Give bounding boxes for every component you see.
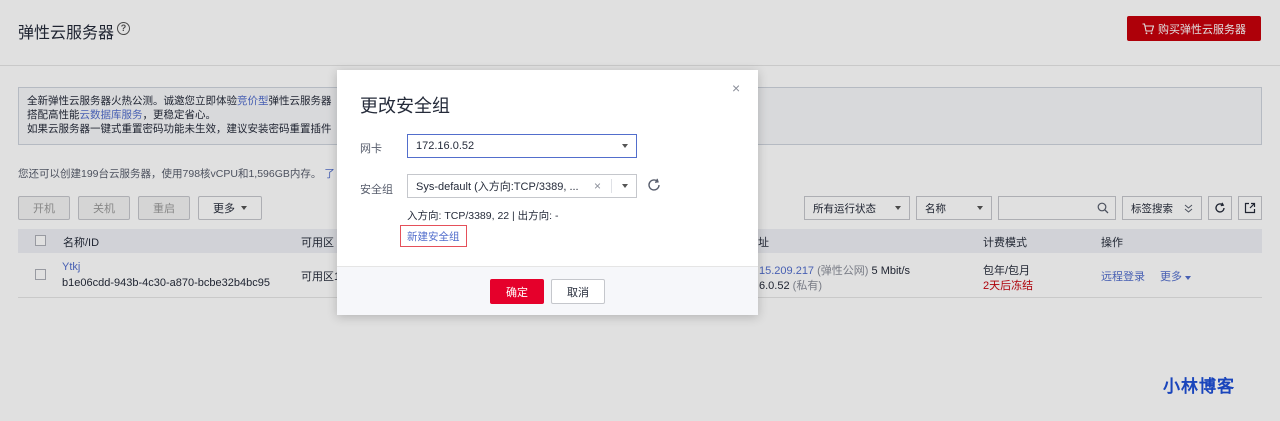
security-group-label: 安全组 [360,184,393,196]
divider [611,179,612,193]
confirm-button[interactable]: 确定 [490,279,544,304]
nic-label: 网卡 [360,143,382,155]
nic-value: 172.16.0.52 [416,140,475,152]
clear-selection-icon[interactable]: × [594,179,601,193]
dialog-footer: 确定 取消 [337,266,758,315]
nic-select[interactable]: 172.16.0.52 [407,134,637,158]
chevron-down-icon [622,144,628,148]
security-group-value: Sys-default (入方向:TCP/3389, ... [416,181,579,193]
create-security-group-link[interactable]: 新建安全组 [400,225,467,247]
dialog-title: 更改安全组 [360,96,450,116]
cancel-button[interactable]: 取消 [551,279,605,304]
refresh-icon[interactable] [647,178,661,192]
close-icon[interactable]: × [732,80,740,96]
security-group-select[interactable]: Sys-default (入方向:TCP/3389, ... × [407,174,637,198]
security-group-rules: 入方向: TCP/3389, 22 | 出方向: - [407,210,559,222]
chevron-down-icon [622,184,628,188]
change-security-group-dialog: 更改安全组 × 网卡 172.16.0.52 安全组 Sys-default (… [337,70,758,315]
